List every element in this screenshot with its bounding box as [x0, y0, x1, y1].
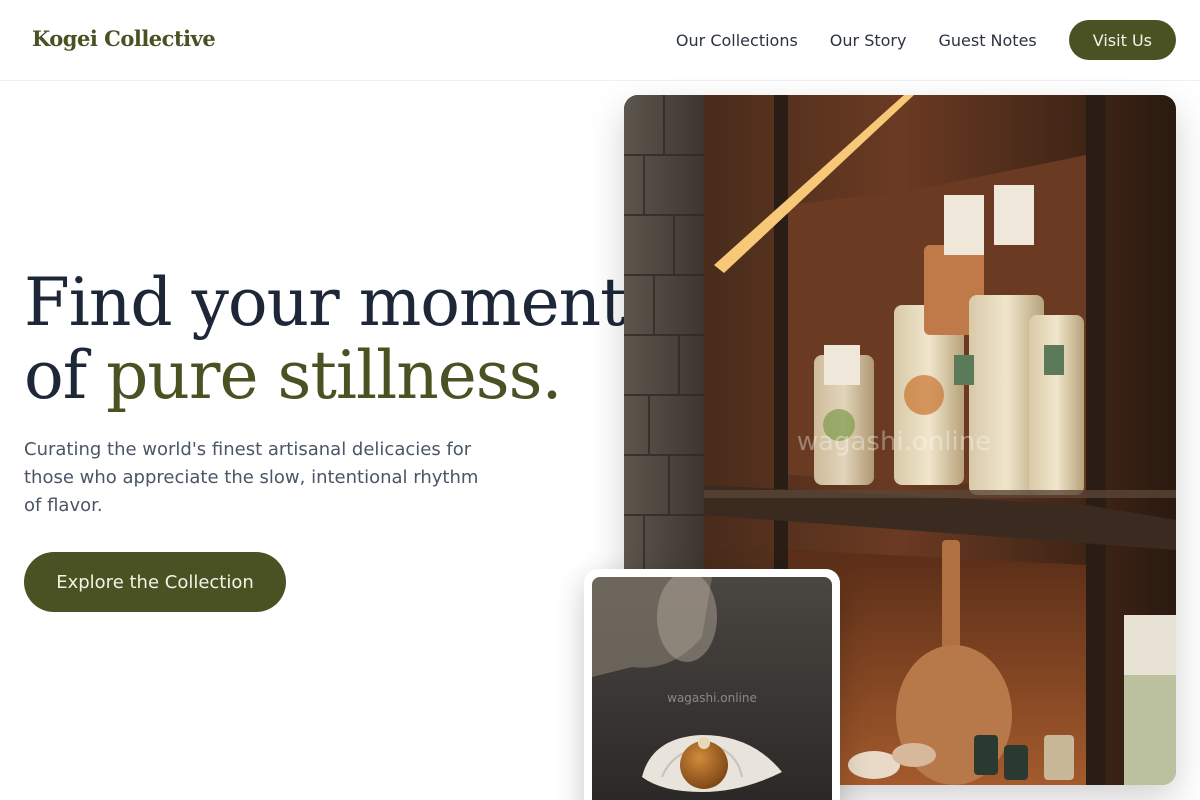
- nav-link-story[interactable]: Our Story: [830, 31, 907, 50]
- headline-accent: pure stillness.: [106, 337, 562, 414]
- featured-image-card: wagashi.online: [584, 569, 840, 800]
- hero-headline: Find your moment of pure stillness.: [24, 264, 627, 414]
- nav-link-guest-notes[interactable]: Guest Notes: [938, 31, 1036, 50]
- headline-line-2-plain: of: [24, 337, 107, 414]
- featured-image-wagashi: wagashi.online: [592, 577, 832, 800]
- hero-subtitle: Curating the world's finest artisanal de…: [24, 439, 479, 516]
- small-image-watermark: wagashi.online: [667, 691, 757, 705]
- wagashi-illustration: wagashi.online: [592, 577, 832, 800]
- site-header: Kogei Collective Our Collections Our Sto…: [0, 0, 1200, 81]
- visit-us-button[interactable]: Visit Us: [1068, 20, 1176, 60]
- explore-collection-button[interactable]: Explore the Collection: [24, 552, 286, 612]
- main-nav: Our Collections Our Story Guest Notes Vi…: [676, 20, 1176, 60]
- headline-line-1: Find your moment: [24, 264, 627, 341]
- main-image-watermark: wagashi.online: [797, 427, 991, 457]
- nav-link-collections[interactable]: Our Collections: [676, 31, 798, 50]
- brand-logo[interactable]: Kogei Collective: [32, 26, 216, 51]
